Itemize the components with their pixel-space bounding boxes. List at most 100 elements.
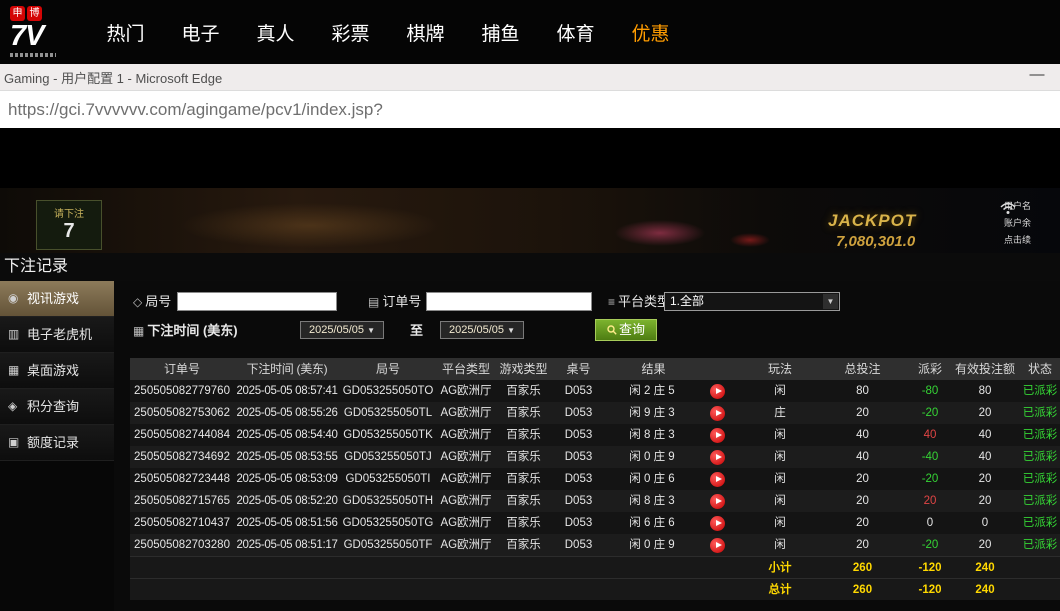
sidebar-item-slot-machines[interactable]: ▥ 电子老虎机	[0, 317, 114, 353]
result-text: 闲 0 庄 9	[606, 446, 698, 468]
points-icon: ◈	[8, 389, 17, 424]
sidebar-item-label: 积分查询	[27, 399, 79, 414]
play-video-button[interactable]	[710, 406, 725, 421]
banner-glow-decor	[730, 233, 770, 247]
cell-valid-bet: 40	[950, 424, 1020, 446]
nav-item-promo[interactable]: 优惠	[613, 19, 688, 46]
sidebar-item-credit-records[interactable]: ▣ 额度记录	[0, 425, 114, 461]
nav-item-lottery[interactable]: 彩票	[313, 19, 388, 46]
cell-platform: AG欧洲厅	[436, 424, 496, 446]
cell-status: 已派彩	[1020, 424, 1060, 446]
cell-status: 已派彩	[1020, 534, 1060, 556]
nav-item-sports[interactable]: 体育	[538, 19, 613, 46]
cell-valid-bet: 20	[950, 402, 1020, 424]
list-icon: ≡	[608, 295, 615, 309]
table-row: 250505082734692 2025-05-05 08:53:55 GD05…	[130, 446, 1060, 468]
sidebar-item-table-games[interactable]: ▦ 桌面游戏	[0, 353, 114, 389]
play-video-button[interactable]	[710, 516, 725, 531]
play-video-button[interactable]	[710, 450, 725, 465]
subtotal-payout: -120	[910, 557, 950, 578]
nav-menu: 热门 电子 真人 彩票 棋牌 捕鱼 体育 优惠	[88, 19, 688, 46]
cell-play: 闲	[745, 424, 815, 446]
platform-selected-value: 1.全部	[670, 294, 704, 308]
platform-type-select[interactable]: 1.全部 ▼	[664, 292, 840, 311]
sidebar-item-points-query[interactable]: ◈ 积分查询	[0, 389, 114, 425]
cell-payout: 20	[910, 490, 950, 512]
date-from-picker[interactable]: 2025/05/05 ▼	[300, 321, 384, 339]
table-row: 250505082723448 2025-05-05 08:53:09 GD05…	[130, 468, 1060, 490]
cell-total-bet: 20	[815, 490, 910, 512]
result-text: 闲 9 庄 3	[606, 402, 698, 424]
sidebar-item-video-games[interactable]: ◉ 视讯游戏	[0, 281, 114, 317]
result-text: 闲 6 庄 6	[606, 512, 698, 534]
cell-platform: AG欧洲厅	[436, 534, 496, 556]
chevron-down-icon: ▼	[823, 294, 838, 309]
spacer	[1020, 579, 1060, 600]
cell-table-no: D053	[551, 468, 606, 490]
cell-result: 闲 0 庄 9	[606, 446, 745, 468]
cell-time: 2025-05-05 08:53:55	[234, 446, 340, 468]
bet-countdown-number: 7	[37, 220, 101, 243]
play-video-button[interactable]	[710, 384, 725, 399]
play-video-button[interactable]	[710, 494, 725, 509]
result-text: 闲 0 庄 9	[606, 534, 698, 556]
subtotal-valid: 240	[950, 557, 1020, 578]
play-video-button[interactable]	[710, 428, 725, 443]
cell-time: 2025-05-05 08:52:20	[234, 490, 340, 512]
cell-round: GD053255050TL	[340, 402, 436, 424]
address-bar[interactable]: https://gci.7vvvvvv.com/agingame/pcv1/in…	[8, 91, 1060, 128]
cell-result: 闲 0 庄 6	[606, 468, 745, 490]
header-total-bet: 总投注	[815, 358, 910, 380]
cell-total-bet: 20	[815, 468, 910, 490]
cell-time: 2025-05-05 08:57:41	[234, 380, 340, 402]
spacer	[130, 579, 745, 600]
date-to-label: 至	[410, 321, 423, 341]
cell-valid-bet: 40	[950, 446, 1020, 468]
document-icon: ▤	[368, 295, 379, 309]
top-nav-bar: 申 博 7V 热门 电子 真人 彩票 棋牌 捕鱼 体育 优惠	[0, 0, 1060, 64]
site-logo[interactable]: 申 博 7V	[10, 3, 74, 61]
cell-total-bet: 20	[815, 534, 910, 556]
cell-status: 已派彩	[1020, 402, 1060, 424]
play-video-button[interactable]	[710, 472, 725, 487]
nav-item-board[interactable]: 棋牌	[388, 19, 463, 46]
banner-glow-decor	[180, 203, 440, 248]
bet-prompt-panel: 请下注 7	[36, 200, 102, 250]
cell-round: GD053255050TH	[340, 490, 436, 512]
cell-round: GD053255050TI	[340, 468, 436, 490]
result-text: 闲 8 庄 3	[606, 424, 698, 446]
cell-table-no: D053	[551, 534, 606, 556]
table-row: 250505082779760 2025-05-05 08:57:41 GD05…	[130, 380, 1060, 402]
minimize-button[interactable]: —	[1020, 64, 1054, 90]
nav-item-fishing[interactable]: 捕鱼	[463, 19, 538, 46]
cell-order: 250505082779760	[130, 380, 234, 402]
cell-status: 已派彩	[1020, 490, 1060, 512]
main-content: ◇局号 ▤订单号 ≡平台类型 1.全部 ▼ ▦下注时间 (美东) 2025/05…	[114, 281, 1060, 611]
header-order: 订单号	[130, 358, 234, 380]
cell-play: 闲	[745, 512, 815, 534]
nav-item-slots[interactable]: 电子	[163, 19, 238, 46]
cell-platform: AG欧洲厅	[436, 490, 496, 512]
cell-play: 闲	[745, 490, 815, 512]
round-number-input[interactable]	[177, 292, 337, 311]
round-number-label: ◇局号	[133, 292, 171, 312]
cell-table-no: D053	[551, 512, 606, 534]
search-button[interactable]: 查询	[595, 319, 657, 341]
nav-item-live[interactable]: 真人	[238, 19, 313, 46]
logo-badge-shen: 申	[10, 6, 25, 21]
header-table-no: 桌号	[551, 358, 606, 380]
order-number-input[interactable]	[426, 292, 592, 311]
cell-order: 250505082734692	[130, 446, 234, 468]
cell-valid-bet: 20	[950, 534, 1020, 556]
play-video-button[interactable]	[710, 538, 725, 553]
result-text: 闲 8 庄 3	[606, 490, 698, 512]
result-text: 闲 2 庄 5	[606, 380, 698, 402]
tag-icon: ◇	[133, 295, 142, 309]
cell-play: 闲	[745, 380, 815, 402]
nav-item-hot[interactable]: 热门	[88, 19, 163, 46]
header-valid-bet: 有效投注额	[950, 358, 1020, 380]
cell-status: 已派彩	[1020, 380, 1060, 402]
date-to-picker[interactable]: 2025/05/05 ▼	[440, 321, 524, 339]
renew-label: 点击续	[1004, 232, 1058, 249]
table-row: 250505082715765 2025-05-05 08:52:20 GD05…	[130, 490, 1060, 512]
